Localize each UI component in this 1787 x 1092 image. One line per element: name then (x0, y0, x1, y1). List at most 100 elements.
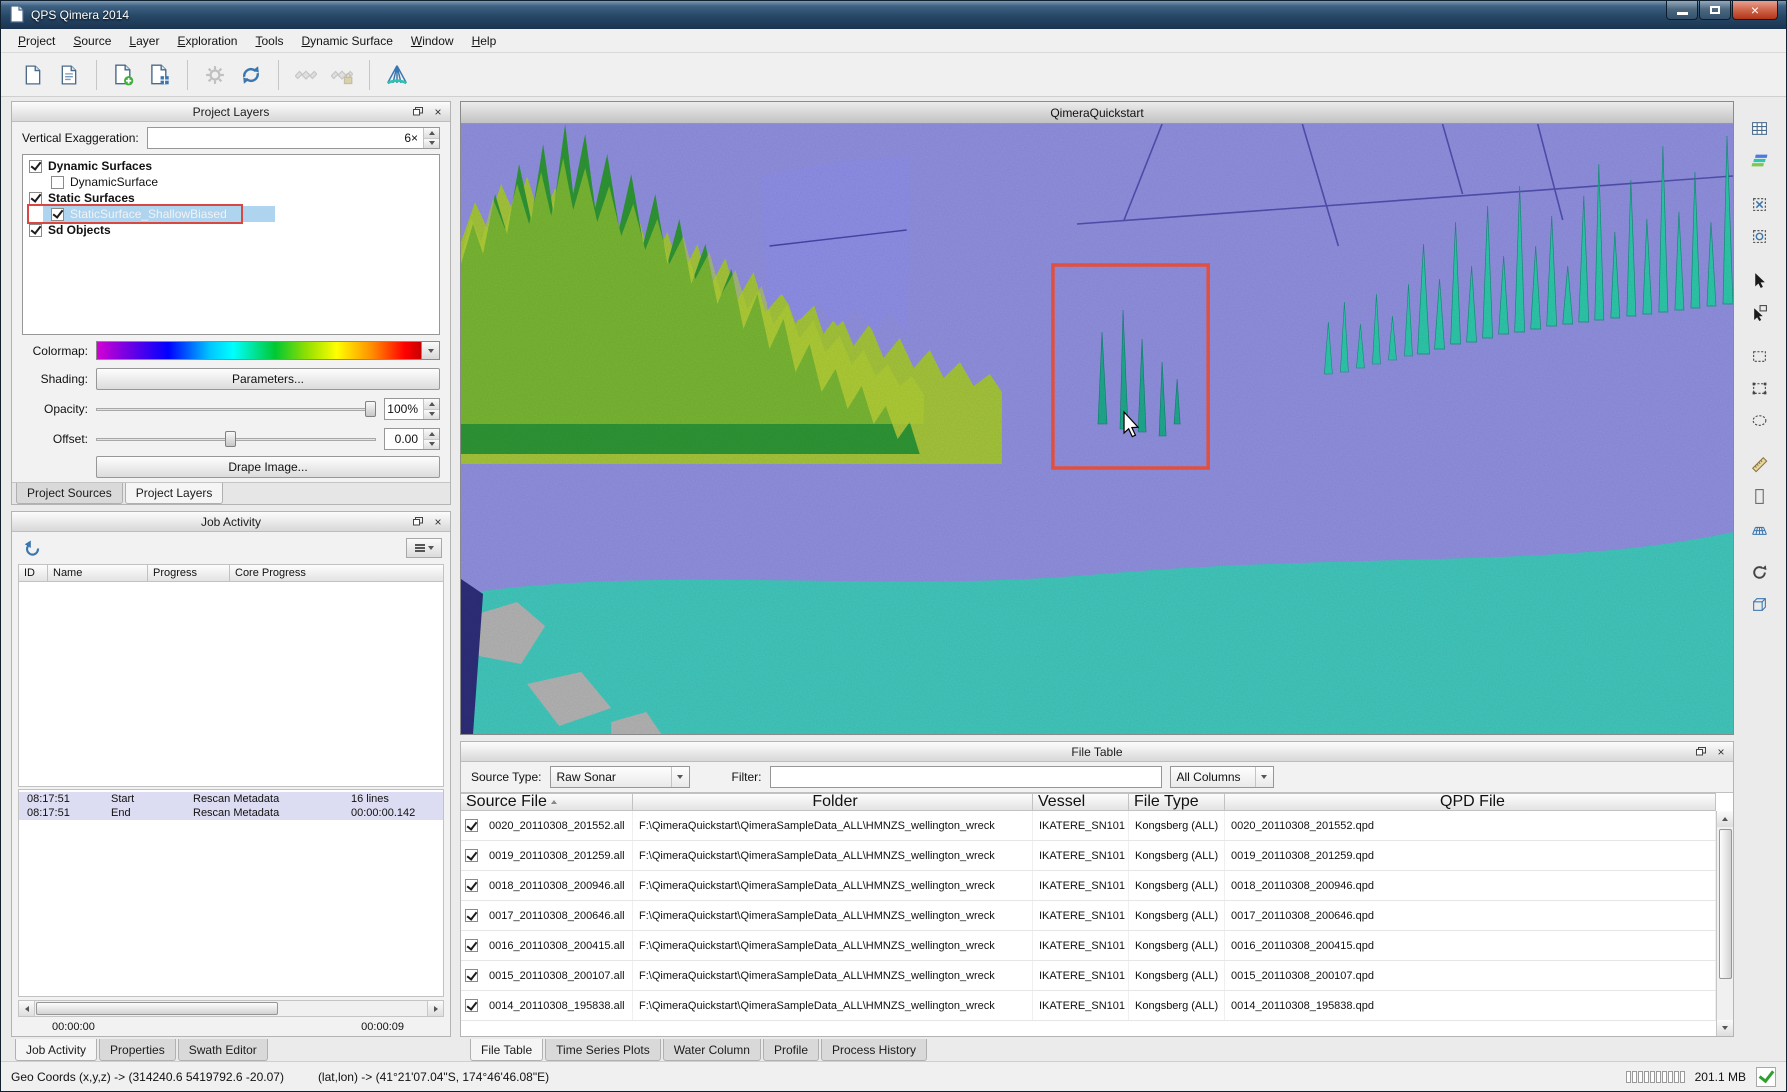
column-name[interactable]: Name (48, 564, 148, 582)
checkbox[interactable] (465, 939, 478, 952)
column-id[interactable]: ID (18, 564, 48, 582)
checkbox[interactable] (51, 208, 64, 221)
close-panel-icon[interactable]: × (430, 514, 446, 529)
checkbox[interactable] (29, 192, 42, 205)
opacity-slider[interactable] (96, 400, 376, 418)
spin-up-icon[interactable] (424, 399, 439, 410)
column-file-type[interactable]: File Type (1129, 793, 1225, 811)
swath-surface-button[interactable] (1743, 145, 1775, 175)
scroll-left-icon[interactable] (19, 1001, 35, 1016)
zoom-extents-button[interactable] (1743, 189, 1775, 219)
checkbox[interactable] (29, 224, 42, 237)
chevron-down-icon[interactable] (421, 342, 439, 359)
plan-view-grid-button[interactable] (1743, 113, 1775, 143)
checkbox[interactable] (465, 849, 478, 862)
float-panel-icon[interactable] (410, 104, 426, 119)
tab-water-column[interactable]: Water Column (663, 1039, 761, 1061)
vertical-scrollbar[interactable] (1716, 811, 1733, 1036)
log-row[interactable]: 08:17:51 End Rescan Metadata 00:00:00.14… (19, 806, 443, 820)
rotate-view-button[interactable] (1743, 557, 1775, 587)
menu-project[interactable]: Project (9, 31, 64, 51)
select-object-button[interactable] (1743, 297, 1775, 327)
checkbox[interactable] (465, 909, 478, 922)
table-row[interactable]: 0016_20110308_200415.all F:\QimeraQuicks… (461, 931, 1733, 961)
tab-properties[interactable]: Properties (99, 1039, 176, 1061)
column-folder[interactable]: Folder (633, 793, 1033, 811)
tab-project-sources[interactable]: Project Sources (16, 483, 123, 504)
scroll-right-icon[interactable] (427, 1001, 443, 1016)
menu-dynamic-surface[interactable]: Dynamic Surface (293, 31, 402, 51)
close-button[interactable]: × (1732, 1, 1778, 20)
tree-item-dynamicsurface[interactable]: DynamicSurface (23, 174, 439, 190)
tab-swath-editor[interactable]: Swath Editor (178, 1039, 268, 1061)
tree-item-sd-objects[interactable]: Sd Objects (23, 222, 439, 238)
table-row[interactable]: 0019_20110308_201259.all F:\QimeraQuicks… (461, 841, 1733, 871)
tree-item-dynamic-surfaces[interactable]: Dynamic Surfaces (23, 158, 439, 174)
tab-profile[interactable]: Profile (763, 1039, 819, 1061)
float-panel-icon[interactable] (410, 514, 426, 529)
spin-up-icon[interactable] (424, 128, 439, 139)
tab-project-layers[interactable]: Project Layers (125, 483, 224, 504)
vertical-exaggeration-spinner[interactable]: 6× (147, 127, 440, 149)
checkbox[interactable] (465, 969, 478, 982)
checkbox[interactable] (465, 819, 478, 832)
satellite-button[interactable] (288, 57, 324, 93)
close-panel-icon[interactable]: × (430, 104, 446, 119)
column-qpd-file[interactable]: QPD File (1225, 793, 1716, 811)
add-processed-points-button[interactable] (142, 57, 178, 93)
spin-down-icon[interactable] (424, 440, 439, 450)
column-progress[interactable]: Progress (148, 564, 230, 582)
menu-exploration[interactable]: Exploration (168, 31, 246, 51)
log-options-button[interactable] (406, 538, 442, 558)
checkbox[interactable] (29, 160, 42, 173)
table-row[interactable]: 0017_20110308_200646.all F:\QimeraQuicks… (461, 901, 1733, 931)
tab-job-activity[interactable]: Job Activity (15, 1039, 97, 1061)
tab-time-series-plots[interactable]: Time Series Plots (545, 1039, 661, 1061)
opacity-spinner[interactable]: 100% (384, 398, 440, 420)
spin-down-icon[interactable] (424, 410, 439, 420)
log-row[interactable]: 08:17:51 Start Rescan Metadata 16 lines (19, 792, 443, 806)
swath-display-button[interactable] (379, 57, 415, 93)
source-type-combo[interactable]: Raw Sonar (550, 766, 690, 788)
offset-slider[interactable] (96, 430, 376, 448)
scroll-down-icon[interactable] (1717, 1020, 1733, 1036)
cube-3d-view-button[interactable] (1743, 589, 1775, 619)
slider-track[interactable] (96, 408, 376, 411)
slider-track[interactable] (96, 438, 376, 441)
table-row[interactable]: 0020_20110308_201552.all F:\QimeraQuicks… (461, 811, 1733, 841)
maximize-button[interactable] (1699, 1, 1731, 20)
reprocess-button[interactable] (233, 57, 269, 93)
spin-up-icon[interactable] (424, 429, 439, 440)
tab-process-history[interactable]: Process History (821, 1039, 927, 1061)
menu-help[interactable]: Help (463, 31, 506, 51)
colorbar-button[interactable] (1743, 481, 1775, 511)
offset-spinner[interactable]: 0.00 (384, 428, 440, 450)
satellite-lock-button[interactable] (324, 57, 360, 93)
tab-file-table[interactable]: File Table (470, 1039, 543, 1061)
open-project-button[interactable] (51, 57, 87, 93)
column-source-file[interactable]: Source File (461, 793, 633, 811)
slider-thumb[interactable] (365, 401, 376, 417)
close-panel-icon[interactable]: × (1713, 744, 1729, 759)
slider-thumb[interactable] (225, 431, 236, 447)
menu-tools[interactable]: Tools (246, 31, 292, 51)
colormap-dropdown[interactable] (96, 341, 440, 360)
shading-parameters-button[interactable]: Parameters... (96, 368, 440, 390)
columns-filter-combo[interactable]: All Columns (1170, 766, 1274, 788)
column-core-progress[interactable]: Core Progress (230, 564, 444, 582)
measure-button[interactable] (1743, 449, 1775, 479)
float-panel-icon[interactable] (1693, 744, 1709, 759)
table-row[interactable]: 0014_20110308_195838.all F:\QimeraQuicks… (461, 991, 1733, 1021)
checkbox[interactable] (465, 879, 478, 892)
scrollbar-thumb[interactable] (1719, 829, 1732, 979)
scrollbar-thumb[interactable] (36, 1002, 278, 1015)
rectangle-select-handles-button[interactable] (1743, 373, 1775, 403)
column-vessel[interactable]: Vessel (1033, 793, 1129, 811)
tree-item-staticsurface-shallowbiased[interactable]: StaticSurface_ShallowBiased (23, 206, 439, 222)
table-row[interactable]: 0018_20110308_200946.all F:\QimeraQuicks… (461, 871, 1733, 901)
ellipse-select-button[interactable] (1743, 405, 1775, 435)
menu-source[interactable]: Source (64, 31, 120, 51)
zoom-area-button[interactable] (1743, 221, 1775, 251)
table-row[interactable]: 0015_20110308_200107.all F:\QimeraQuicks… (461, 961, 1733, 991)
viewport-canvas[interactable] (461, 124, 1733, 734)
